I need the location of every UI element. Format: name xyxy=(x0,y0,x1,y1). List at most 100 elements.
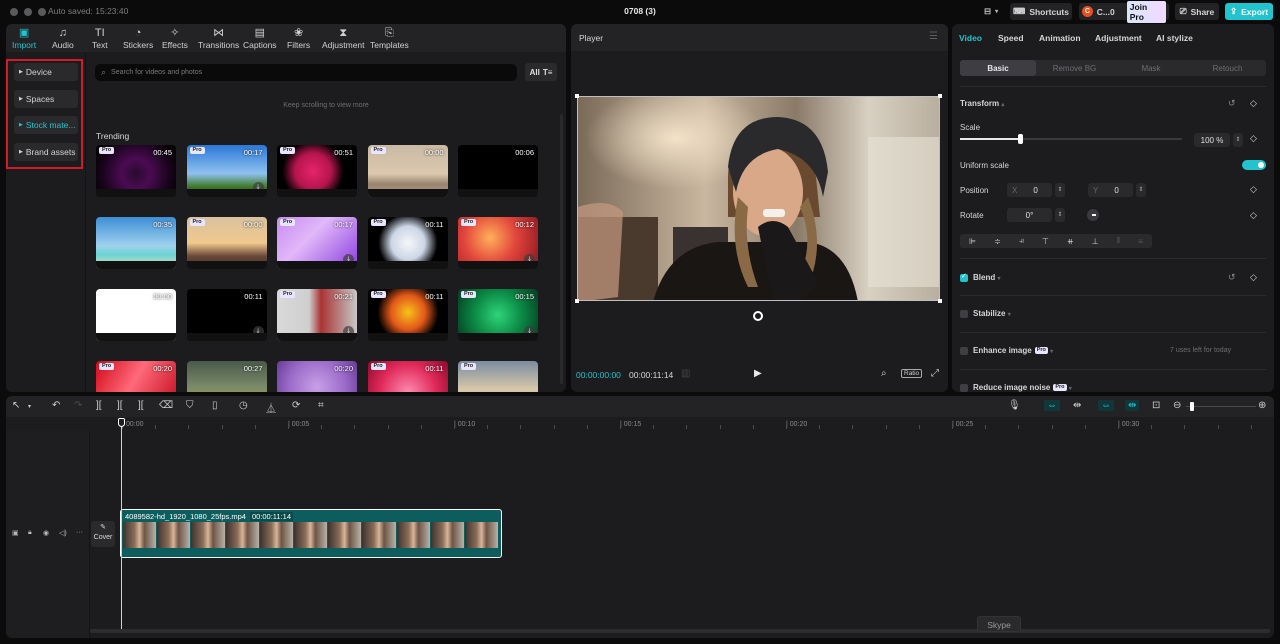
align-center-h-icon[interactable]: ≑ xyxy=(994,237,1001,246)
media-thumbnail[interactable]: 00:27 xyxy=(186,361,267,392)
linkage-icon[interactable]: ⇔ xyxy=(1098,400,1114,411)
marker-icon[interactable]: ⛉ xyxy=(186,400,194,411)
speed-icon[interactable]: ◷ xyxy=(239,400,248,411)
crop-icon[interactable]: ⌗ xyxy=(318,400,324,411)
keyframe-icon[interactable]: ◇ xyxy=(1250,98,1257,109)
filter-button[interactable]: All T≡ xyxy=(525,63,557,81)
subtab-remove-bg[interactable]: Remove BG xyxy=(1037,60,1113,76)
tab-video[interactable]: Video xyxy=(959,33,982,43)
media-thumbnail[interactable]: Pro 00:20 xyxy=(96,361,176,392)
sidebar-item-device[interactable]: ▶ Device xyxy=(14,63,78,81)
rotate-icon[interactable]: ⟳ xyxy=(292,400,300,411)
media-thumbnail[interactable]: Pro 00:51 xyxy=(277,145,357,197)
distribute-v-icon[interactable]: ≡ xyxy=(1138,237,1143,246)
scale-slider-knob[interactable] xyxy=(1017,134,1023,144)
media-thumbnail[interactable]: Pro 00:11 xyxy=(367,217,448,269)
export-button[interactable]: ⇪ Export xyxy=(1225,3,1273,20)
rotate-dial[interactable] xyxy=(1087,209,1099,221)
align-left-icon[interactable]: ⊫ xyxy=(969,237,976,246)
scale-input[interactable]: 100 % xyxy=(1194,133,1230,147)
lock-icon[interactable]: 🔒︎ xyxy=(28,529,32,537)
rotate-handle[interactable] xyxy=(753,311,763,321)
media-thumbnail[interactable]: Pro xyxy=(458,361,538,392)
tab-templates[interactable]: ⎘ Templates xyxy=(370,26,409,50)
position-x-stepper[interactable]: ⇕ xyxy=(1055,183,1065,197)
resize-handle-top-right[interactable] xyxy=(938,94,942,98)
align-right-icon[interactable]: ⫣ xyxy=(1019,236,1024,246)
split-left-icon[interactable]: ][ xyxy=(117,400,123,411)
timeline-ruler[interactable]: 00:00 | 00:05 | 00:10 | 00:15 | 00:20 | 00:25… xyxy=(6,417,1274,431)
video-preview[interactable] xyxy=(577,96,940,301)
minimize-window-button[interactable] xyxy=(24,8,32,16)
play-button[interactable]: ▶ xyxy=(754,368,762,379)
timeline-zoom-slider[interactable] xyxy=(1186,402,1256,411)
stabilize-checkbox[interactable] xyxy=(960,310,968,318)
media-thumbnail[interactable]: 00:11 ⤓ xyxy=(186,289,267,341)
tab-captions[interactable]: ▤ Captions xyxy=(243,26,277,50)
distribute-h-icon[interactable]: ⫴ xyxy=(1117,236,1120,246)
playhead[interactable] xyxy=(121,424,122,629)
more-icon[interactable]: ··· xyxy=(76,529,83,536)
tab-filters[interactable]: ❀ Filters xyxy=(287,26,310,50)
position-y-input[interactable]: Y0 xyxy=(1088,183,1133,197)
media-scrollbar[interactable] xyxy=(560,114,563,384)
enhance-image-checkbox[interactable] xyxy=(960,347,968,355)
zoom-out-icon[interactable]: ⊖ xyxy=(1173,400,1181,411)
subtab-mask[interactable]: Mask xyxy=(1113,60,1189,76)
media-thumbnail[interactable]: Pro 00:15 ⤓ xyxy=(458,289,538,341)
tab-adjustment[interactable]: Adjustment xyxy=(1095,33,1142,43)
split-right-icon[interactable]: ][ xyxy=(138,400,144,411)
close-window-button[interactable] xyxy=(10,8,18,16)
select-tool-icon[interactable]: ↖ xyxy=(12,400,20,411)
align-center-v-icon[interactable]: ⧺ xyxy=(1067,237,1074,246)
enhance-image-heading[interactable]: Enhance image Pro ▾ xyxy=(973,346,1053,355)
ratio-button[interactable]: Ratio xyxy=(901,369,923,378)
maximize-window-button[interactable] xyxy=(38,8,46,16)
chevron-down-icon[interactable]: ▾ xyxy=(28,403,31,410)
media-thumbnail[interactable]: Pro 00:00 xyxy=(367,145,448,197)
reset-icon[interactable]: ↺ xyxy=(1228,272,1236,283)
tab-audio[interactable]: ♫ Audio xyxy=(52,26,74,50)
sidebar-item-brand-assets[interactable]: ▶ Brand assets xyxy=(14,142,78,161)
blend-checkbox[interactable]: ✓ xyxy=(960,273,968,282)
keyframe-icon[interactable]: ◇ xyxy=(1250,133,1257,144)
reset-icon[interactable]: ↺ xyxy=(1228,98,1236,109)
media-thumbnail[interactable]: Pro 00:17 ⤓ xyxy=(277,217,357,269)
keyframe-icon[interactable]: ◇ xyxy=(1250,184,1257,195)
thumbnail-settings-icon[interactable]: ⊡ xyxy=(1152,400,1160,411)
account-button[interactable]: C C...0 Join Pro xyxy=(1079,0,1169,23)
main-track-magnet-icon[interactable]: ⇔ xyxy=(1044,400,1060,411)
position-x-input[interactable]: X0 xyxy=(1007,183,1052,197)
menu-icon[interactable]: ☰ xyxy=(929,31,938,42)
rotate-input[interactable]: 0° xyxy=(1007,208,1052,222)
zoom-in-icon[interactable]: ⊕ xyxy=(1258,400,1266,411)
uniform-scale-toggle[interactable] xyxy=(1242,160,1266,170)
media-thumbnail[interactable]: Pro 00:00 xyxy=(186,217,267,269)
resize-handle-bottom-left[interactable] xyxy=(575,299,579,303)
preview-axis-icon[interactable]: ⇹ xyxy=(1125,400,1140,411)
resize-handle-top-left[interactable] xyxy=(575,94,579,98)
split-icon[interactable]: ][ xyxy=(96,400,102,411)
waveform-icon[interactable]: ▥ xyxy=(681,368,690,379)
sidebar-item-stock-mate[interactable]: ▶ Stock mate... xyxy=(14,116,78,134)
redo-icon[interactable]: ↷ xyxy=(74,400,82,411)
subtab-retouch[interactable]: Retouch xyxy=(1190,60,1266,76)
tab-stickers[interactable]: ◔ Stickers xyxy=(123,26,153,50)
tab-animation[interactable]: Animation xyxy=(1039,33,1081,43)
media-thumbnail[interactable]: Pro 00:11 xyxy=(367,361,448,392)
tab-ai-stylize[interactable]: AI stylize xyxy=(1156,33,1193,43)
subtab-basic[interactable]: Basic xyxy=(960,60,1036,76)
media-search-input[interactable]: ⌕ Search for videos and photos xyxy=(95,64,517,81)
video-clip[interactable]: 4089582-hd_1920_1080_25fps.mp4 00:00:11:1… xyxy=(120,509,502,558)
rotate-stepper[interactable]: ⇕ xyxy=(1055,208,1065,222)
keyframe-icon[interactable]: ◇ xyxy=(1250,272,1257,283)
share-button[interactable]: ⎚ Share xyxy=(1175,3,1219,20)
transform-heading[interactable]: Transform ▴ xyxy=(960,99,1004,108)
zoom-slider-knob[interactable] xyxy=(1189,402,1194,411)
layout-menu-button[interactable]: ⊟ ▾ xyxy=(978,3,1004,20)
position-y-stepper[interactable]: ⇕ xyxy=(1136,183,1146,197)
sidebar-item-spaces[interactable]: ▶ Spaces xyxy=(14,89,78,108)
undo-icon[interactable]: ↶ xyxy=(52,400,60,411)
tab-import[interactable]: ▣ Import xyxy=(12,26,36,50)
tab-transitions[interactable]: ⋈ Transitions xyxy=(198,26,239,50)
